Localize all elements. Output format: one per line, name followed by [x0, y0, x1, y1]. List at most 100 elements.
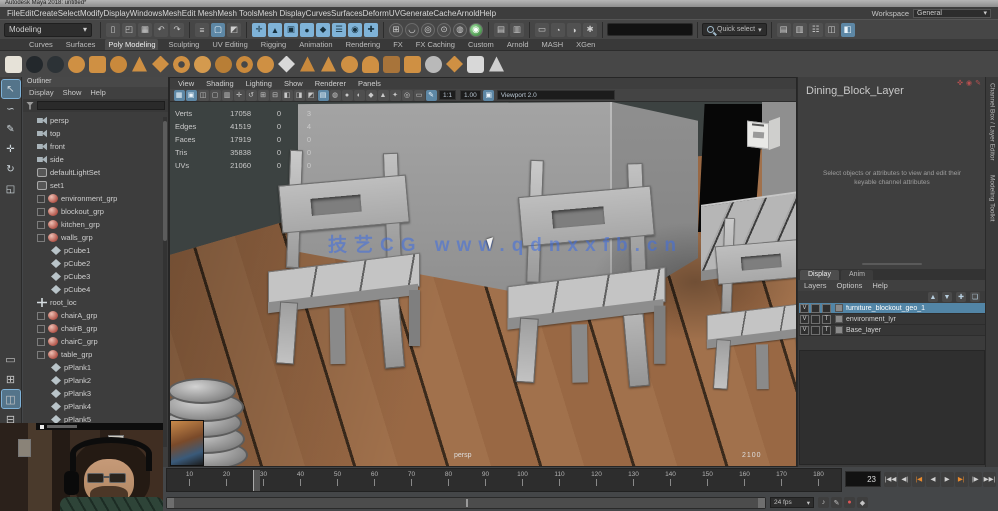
menu-item[interactable]: Edit [20, 9, 34, 18]
layer-menu-item[interactable]: Layers [804, 281, 827, 290]
layer-visibility-toggle[interactable]: V [800, 303, 809, 313]
shelf-tool-icon[interactable] [110, 55, 127, 73]
viewport-toolbar-icon[interactable]: ▥ [221, 89, 233, 101]
shelf-tool-icon[interactable] [5, 55, 22, 73]
shelf-tab[interactable]: Animation [296, 39, 335, 50]
shelf-tab[interactable]: Curves [26, 39, 56, 50]
shelf-tab[interactable]: Rendering [343, 39, 384, 50]
outliner-item[interactable]: defaultLightSet [37, 166, 168, 179]
menu-item[interactable]: Modify [80, 9, 104, 18]
shelf-tool-icon[interactable] [26, 55, 43, 73]
statusline-icon[interactable]: ▦ [138, 22, 152, 37]
layout-shortcut-button[interactable]: ◫ [0, 389, 21, 409]
viewport-toolbar-icon[interactable]: ✛ [233, 89, 245, 101]
time-slider[interactable]: 10 20 30 40 50 60 70 80 90 100 110 120 130 140 150 160 1… [166, 468, 842, 492]
playback-option-icon[interactable]: ● [844, 497, 855, 508]
layer-visibility-toggle[interactable]: V [800, 314, 809, 324]
shelf-tool-icon[interactable] [173, 55, 190, 73]
menu-item[interactable]: UV [389, 9, 400, 18]
sidebar-toggle-icon[interactable]: ◧ [840, 22, 855, 37]
playback-option-icon[interactable]: ◆ [857, 497, 868, 508]
range-slider-bar[interactable] [166, 496, 766, 509]
toolbox-tool[interactable]: ✛ [2, 140, 20, 158]
outliner-menu-item[interactable]: Help [90, 88, 105, 98]
range-end-handle[interactable] [758, 497, 765, 508]
shelf-tab[interactable]: FX Caching [413, 39, 458, 50]
white-box-model[interactable] [747, 116, 783, 156]
viewport-toolbar-icon[interactable]: ● [341, 89, 353, 101]
scene-3d-view[interactable]: 技艺CG www.qdnxxfb.cn persp 2100 Verts 170… [170, 102, 796, 466]
fps-dropdown[interactable]: 24 fps ▾ [770, 497, 814, 508]
shelf-tab[interactable]: XGen [573, 39, 598, 50]
transport-button[interactable]: |▶ [968, 471, 982, 487]
shelf-tool-icon[interactable] [89, 55, 106, 73]
outliner-item[interactable]: environment_grp [37, 192, 168, 205]
timeline-tick[interactable]: 60 [356, 471, 393, 486]
viewport-toolbar-icon[interactable]: ▢ [209, 89, 221, 101]
render-icon[interactable]: ◑ [567, 22, 581, 37]
viewport-toolbar-icon[interactable]: ◧ [281, 89, 293, 101]
menu-item[interactable]: Deform [363, 9, 389, 18]
shelf-tab[interactable]: Surfaces [63, 39, 99, 50]
snap-icon[interactable]: ◡ [405, 22, 419, 37]
menu-item[interactable]: Mesh [162, 9, 182, 18]
shelf-tool-icon[interactable] [362, 55, 379, 73]
renderer-name-field[interactable]: Viewport 2.0 [496, 90, 615, 100]
viewport-menu-item[interactable]: Shading [206, 79, 234, 88]
outliner-search-input[interactable] [37, 101, 165, 110]
layer-color-swatch[interactable] [835, 326, 843, 334]
current-time-indicator[interactable] [253, 470, 260, 491]
selection-mode-icon[interactable]: ▢ [211, 22, 225, 37]
viewport-toolbar-icon[interactable]: ◆ [365, 89, 377, 101]
transport-button[interactable]: ▶| [954, 471, 968, 487]
statusline-icon[interactable]: ▯ [106, 22, 120, 37]
selection-mode-icon[interactable]: ◩ [227, 22, 241, 37]
layer-action-button[interactable]: ✚ [956, 292, 966, 302]
menu-item[interactable]: File [7, 9, 20, 18]
panel-resize-handle[interactable] [862, 263, 922, 265]
outliner-item[interactable]: table_grp [37, 348, 168, 361]
sidebar-toggle-icon[interactable]: ☷ [808, 22, 823, 37]
statusline-icon[interactable]: ↶ [154, 22, 168, 37]
layer-color-swatch[interactable] [835, 304, 843, 312]
outliner-item[interactable]: chairC_grp [37, 335, 168, 348]
timeline-tick[interactable]: 80 [430, 471, 467, 486]
menu-set-dropdown[interactable]: Modeling ▾ [4, 22, 92, 37]
transport-button[interactable]: ▶ [940, 471, 954, 487]
viewport-toolbar-icon[interactable]: ◍ [329, 89, 341, 101]
selection-mask-icon[interactable]: ◉ [348, 22, 362, 37]
layer-playback-toggle[interactable] [811, 303, 820, 313]
layer-action-button[interactable]: ▼ [942, 292, 952, 302]
menu-item[interactable]: Curves [306, 9, 331, 18]
channel-box-corner-icon[interactable]: ✎ [975, 79, 981, 87]
outliner-item[interactable]: pPlank3 [37, 387, 168, 400]
viewport-toolbar-icon[interactable]: ◐ [353, 89, 365, 101]
snap-icon[interactable]: ⊞ [389, 22, 403, 37]
transport-button[interactable]: |◀ [912, 471, 926, 487]
viewport-toolbar-icon[interactable]: ⊟ [269, 89, 281, 101]
shelf-tab[interactable]: FX [390, 39, 406, 50]
viewport-toolbar-icon[interactable]: ▣ [185, 89, 197, 101]
chair-model[interactable] [268, 149, 432, 380]
statusline-icon[interactable]: ◰ [122, 22, 136, 37]
selection-mode-icon[interactable]: ≡ [195, 22, 209, 37]
outliner-item[interactable]: kitchen_grp [37, 218, 168, 231]
chair-model[interactable] [706, 217, 796, 402]
outliner-item[interactable]: chairB_grp [37, 322, 168, 335]
sidebar-toggle-icon[interactable]: ▥ [792, 22, 807, 37]
outliner-item[interactable]: pCube3 [37, 270, 168, 283]
layer-editor-tab[interactable]: Anim [840, 270, 873, 280]
selection-mask-icon[interactable]: ▣ [284, 22, 298, 37]
viewport-toolbar-icon[interactable]: ◨ [293, 89, 305, 101]
menu-item[interactable]: Cache [433, 9, 456, 18]
shelf-tool-icon[interactable] [489, 56, 504, 72]
outliner-item[interactable]: pCube2 [37, 257, 168, 270]
layer-action-button[interactable]: ❏ [970, 292, 980, 302]
timeline-tick[interactable]: 30 [245, 471, 282, 486]
shelf-tool-icon[interactable] [300, 56, 315, 72]
shelf-tool-icon[interactable] [236, 55, 253, 73]
render-icon[interactable]: ✱ [583, 22, 597, 37]
shelf-tool-icon[interactable] [425, 55, 442, 73]
viewport-menu-item[interactable]: Lighting [246, 79, 272, 88]
chair-model[interactable] [507, 159, 678, 399]
